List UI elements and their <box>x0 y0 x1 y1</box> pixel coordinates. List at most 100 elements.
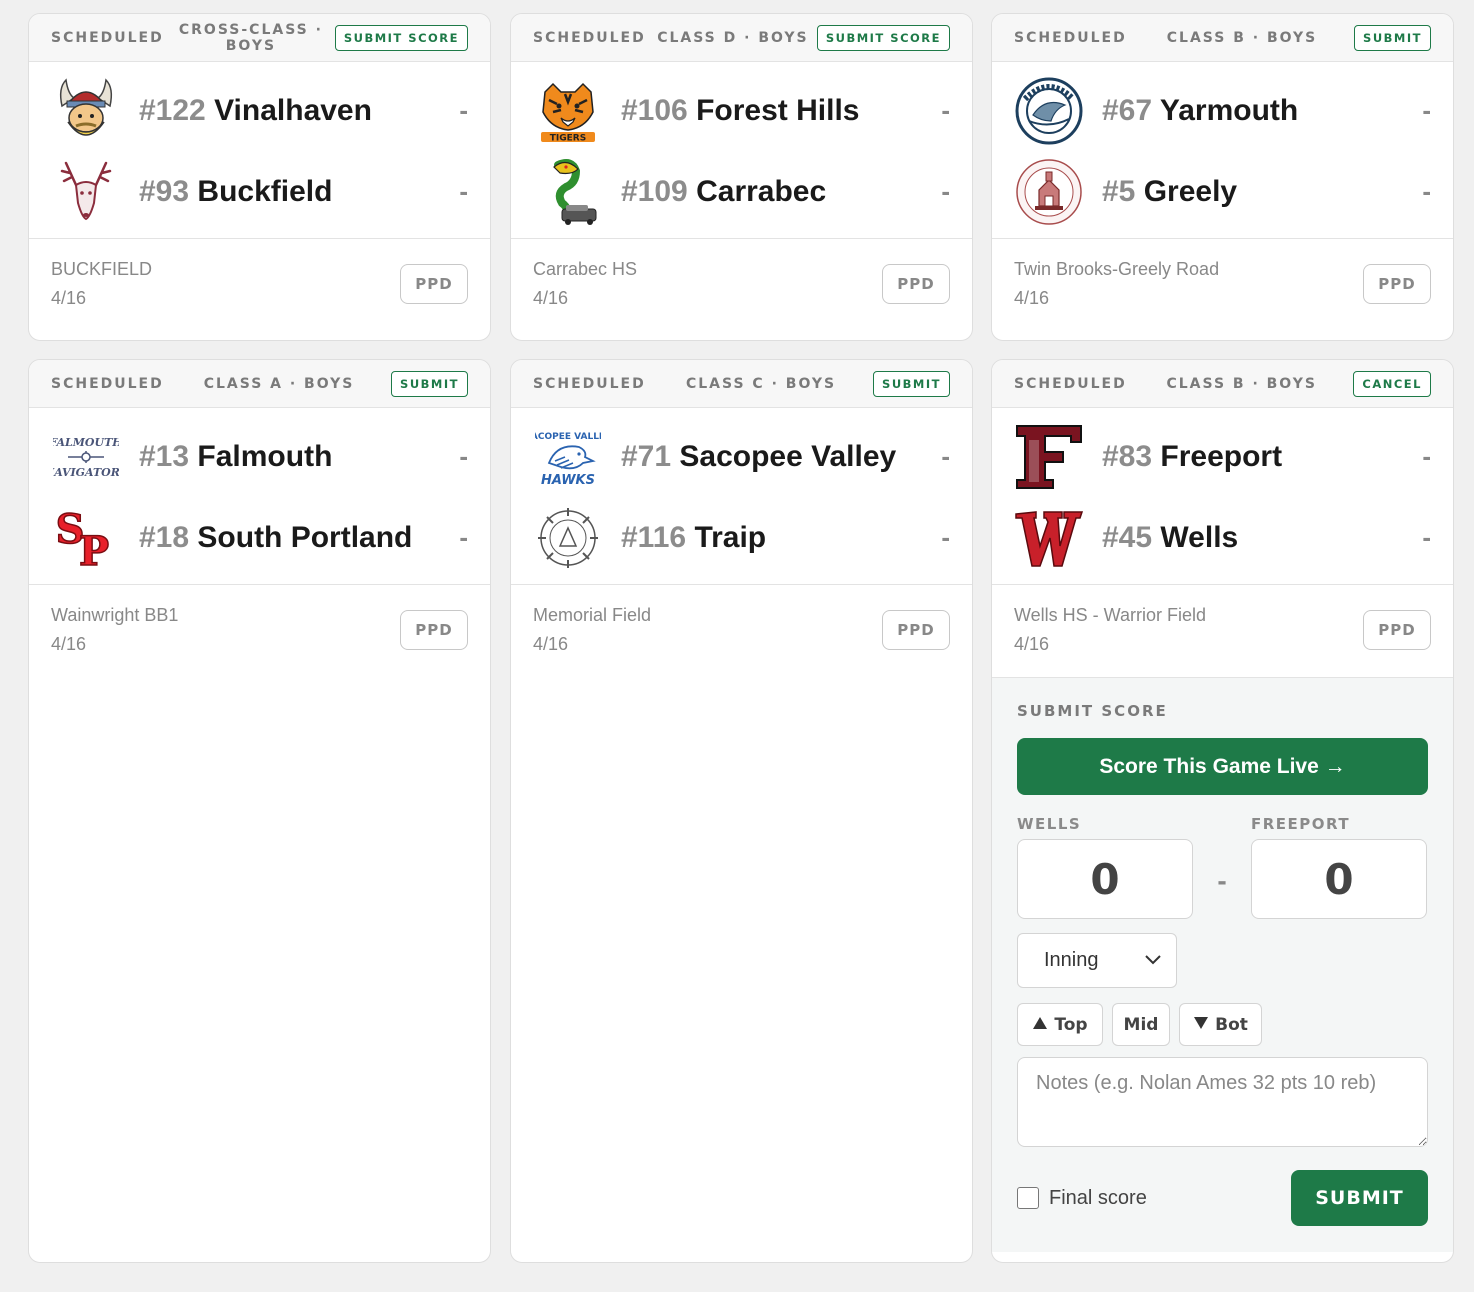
team-score: - <box>941 95 950 125</box>
game-info: Wells HS - Warrior Field 4/16 <box>1014 601 1206 659</box>
team-row[interactable]: #122 Vinalhaven - <box>51 70 468 151</box>
team-row[interactable]: #109 Carrabec - <box>533 151 950 232</box>
team1-score-input[interactable] <box>1017 839 1193 919</box>
top-label: Top <box>1054 1014 1088 1035</box>
team2-score-col: FREEPORT <box>1251 815 1427 919</box>
card-footer: Memorial Field 4/16 PPD <box>511 584 972 677</box>
ppd-button[interactable]: PPD <box>1363 610 1431 650</box>
venue-label: Wainwright BB1 <box>51 605 179 625</box>
half-inning-row: Top Mid Bot <box>1017 1003 1428 1046</box>
score-live-button[interactable]: Score This Game Live → <box>1017 738 1428 795</box>
submit-button[interactable]: SUBMIT <box>873 370 950 397</box>
venue-label: Wells HS - Warrior Field <box>1014 605 1207 625</box>
team-row[interactable]: S P #18 South Portland - <box>51 497 468 578</box>
final-score-checkbox[interactable]: Final score <box>1017 1187 1147 1210</box>
team-score: - <box>1422 176 1431 206</box>
team-label: Yarmouth <box>1159 93 1299 127</box>
card-footer: Carrabec HS 4/16 PPD <box>511 238 972 331</box>
team-rank: #93 <box>139 174 190 208</box>
game-card: SCHEDULED CROSS-CLASS · BOYS SUBMIT SCOR… <box>28 13 491 341</box>
navigators-icon: FALMOUTH NAVIGATORS <box>51 422 121 492</box>
checkbox-box[interactable] <box>1017 1187 1039 1209</box>
team-name: #106 Forest Hills <box>621 93 920 129</box>
game-card: SCHEDULED CLASS B · BOYS SUBMIT #67 Yarm… <box>991 13 1454 341</box>
team-row[interactable]: #83 Freeport - <box>1014 416 1431 497</box>
team-label: Buckfield <box>197 174 333 208</box>
submit-score-button[interactable]: SUBMIT SCORE <box>816 24 950 51</box>
team-label: Carrabec <box>696 174 827 208</box>
team-score: - <box>941 176 950 206</box>
ppd-button[interactable]: PPD <box>882 610 950 650</box>
bot-button[interactable]: Bot <box>1179 1003 1262 1046</box>
team-rank: #116 <box>621 520 687 554</box>
team-row[interactable]: TIGERS #106 Forest Hills - <box>533 70 950 151</box>
submit-button[interactable]: SUBMIT <box>1291 1170 1428 1226</box>
ppd-button[interactable]: PPD <box>882 264 950 304</box>
team-row[interactable]: #5 Greely - <box>1014 151 1431 232</box>
inning-select[interactable]: Inning <box>1017 933 1177 988</box>
svg-text:SACOPEE VALLEY: SACOPEE VALLEY <box>535 432 601 442</box>
notes-textarea[interactable] <box>1017 1057 1428 1147</box>
team-label: Vinalhaven <box>214 93 372 127</box>
cobra-icon <box>533 157 603 227</box>
team-row[interactable]: FALMOUTH NAVIGATORS #13 Falmouth - <box>51 416 468 497</box>
team-rank: #83 <box>1102 439 1153 473</box>
teams-list: #83 Freeport - #45 Wells - <box>992 408 1453 584</box>
ppd-button[interactable]: PPD <box>400 610 468 650</box>
f-letter-icon <box>1014 422 1084 492</box>
submit-score-button[interactable]: SUBMIT SCORE <box>334 24 468 51</box>
panel-title: SUBMIT SCORE <box>1017 702 1168 720</box>
team-name: #5 Greely <box>1102 174 1401 210</box>
team-label: South Portland <box>197 520 413 554</box>
team-rank: #71 <box>621 439 672 473</box>
tiger-icon: TIGERS <box>533 76 603 146</box>
venue-label: BUCKFIELD <box>51 259 153 279</box>
team2-score-input[interactable] <box>1251 839 1427 919</box>
teams-list: SACOPEE VALLEY HAWKS #71 Sacopee Valley … <box>511 408 972 584</box>
date-label: 4/16 <box>533 288 569 308</box>
clipper-icon <box>1014 76 1084 146</box>
team-row[interactable]: #116 Traip - <box>533 497 950 578</box>
top-button[interactable]: Top <box>1017 1003 1103 1046</box>
ppd-button[interactable]: PPD <box>400 264 468 304</box>
cancel-button[interactable]: CANCEL <box>1353 370 1431 397</box>
card-header: SCHEDULED CLASS B · BOYS SUBMIT <box>992 14 1453 62</box>
card-header: SCHEDULED CROSS-CLASS · BOYS SUBMIT SCOR… <box>29 14 490 62</box>
team-row[interactable]: SACOPEE VALLEY HAWKS #71 Sacopee Valley … <box>533 416 950 497</box>
ppd-button[interactable]: PPD <box>1363 264 1431 304</box>
team-label: Sacopee Valley <box>679 439 897 473</box>
class-label: CLASS B · BOYS <box>1166 375 1317 392</box>
score-grid: WELLS - FREEPORT <box>1017 815 1428 919</box>
status-label: SCHEDULED <box>533 29 646 46</box>
game-info: Twin Brooks-Greely Road 4/16 <box>1014 255 1219 313</box>
team-label: Falmouth <box>197 439 333 473</box>
class-label: CLASS D · BOYS <box>657 29 809 46</box>
team-name: #122 Vinalhaven <box>139 93 438 129</box>
score-separator: - <box>1217 865 1227 896</box>
mid-button[interactable]: Mid <box>1112 1003 1170 1046</box>
team-name: #116 Traip <box>621 520 920 556</box>
team-rank: #106 <box>621 93 688 127</box>
game-card: SCHEDULED CLASS A · BOYS SUBMIT FALMOUTH… <box>28 359 491 1263</box>
greely-seal-icon <box>1014 157 1084 227</box>
card-header: SCHEDULED CLASS C · BOYS SUBMIT <box>511 360 972 408</box>
team-rank: #109 <box>621 174 688 208</box>
team-row[interactable]: #93 Buckfield - <box>51 151 468 232</box>
team-row[interactable]: #45 Wells - <box>1014 497 1431 578</box>
card-header: SCHEDULED CLASS D · BOYS SUBMIT SCORE <box>511 14 972 62</box>
card-footer: Wainwright BB1 4/16 PPD <box>29 584 490 677</box>
submit-button[interactable]: SUBMIT <box>391 370 468 397</box>
status-label: SCHEDULED <box>1014 29 1127 46</box>
submit-button[interactable]: SUBMIT <box>1354 24 1431 51</box>
class-label: CLASS B · BOYS <box>1166 29 1318 46</box>
team-name: #71 Sacopee Valley <box>621 439 920 475</box>
game-info: BUCKFIELD 4/16 <box>51 255 152 313</box>
hawk-icon: SACOPEE VALLEY HAWKS <box>533 422 603 492</box>
team-score: - <box>941 441 950 471</box>
game-card: SCHEDULED CLASS D · BOYS SUBMIT SCORE TI… <box>510 13 973 341</box>
submit-row: Final score SUBMIT <box>1017 1170 1428 1226</box>
team-row[interactable]: #67 Yarmouth - <box>1014 70 1431 151</box>
class-label: CLASS A · BOYS <box>203 375 355 392</box>
team1-label: WELLS <box>1017 815 1082 833</box>
team-score: - <box>459 95 468 125</box>
